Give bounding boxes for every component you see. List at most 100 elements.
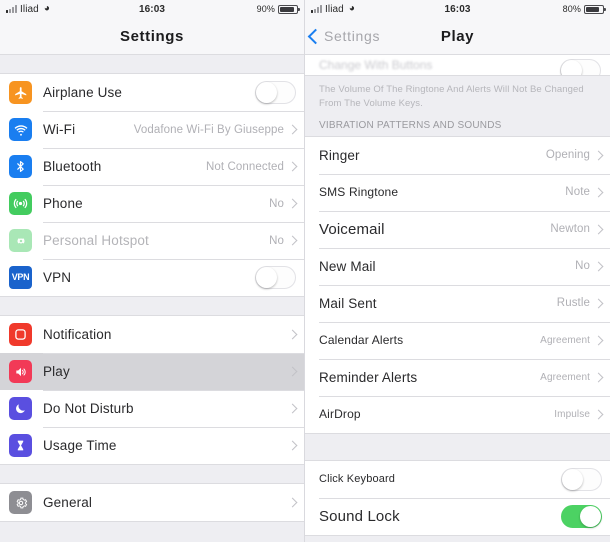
row-do-not-disturb[interactable]: Do Not Disturb (0, 390, 304, 427)
right-status-bar: Iliad ◕ 16:03 80% (305, 0, 610, 18)
hourglass-icon (9, 434, 32, 457)
row-label: Personal Hotspot (43, 233, 149, 248)
sound-toggles-group: Click Keyboard Sound Lock (305, 459, 610, 536)
row-control: Agreement (540, 372, 610, 383)
change-with-buttons-toggle[interactable] (560, 58, 601, 75)
volume-footnote: The Volume Of The Ringtone And Alerts Wi… (319, 84, 584, 109)
back-button-label: Settings (324, 28, 381, 44)
battery-icon (278, 4, 300, 14)
row-personal-hotspot[interactable]: Personal Hotspot No (0, 222, 304, 259)
chevron-right-icon (593, 372, 604, 382)
right-phone-screen: Iliad ◕ 16:03 80% Settings Play Change W… (305, 0, 610, 542)
row-reminder-alerts[interactable]: Reminder Alerts Agreement (305, 358, 610, 396)
chevron-right-icon (593, 261, 604, 271)
row-bluetooth[interactable]: Bluetooth Not Connected (0, 148, 304, 185)
chevron-right-icon (287, 235, 298, 246)
row-click-keyboard[interactable]: Click Keyboard (305, 460, 610, 498)
row-usage-time[interactable]: Usage Time (0, 427, 304, 464)
row-general[interactable]: General (0, 484, 304, 521)
chevron-right-icon (593, 298, 604, 308)
row-value: Note (565, 186, 590, 199)
row-new-mail[interactable]: New Mail No (305, 247, 610, 285)
row-label: SMS Ringtone (319, 185, 399, 200)
row-label: Phone (43, 196, 83, 211)
notification-icon (9, 323, 32, 346)
moon-icon (9, 397, 32, 420)
chevron-right-icon (593, 224, 604, 234)
chevron-right-icon (593, 150, 604, 160)
row-control (255, 266, 304, 289)
click-keyboard-toggle[interactable] (561, 467, 602, 491)
right-settings-list[interactable]: Change With Buttons The Volume Of The Ri… (305, 55, 610, 542)
sound-lock-toggle[interactable] (561, 504, 602, 528)
row-value: No (269, 234, 284, 247)
row-phone[interactable]: Phone No (0, 185, 304, 222)
settings-group-general: General (0, 483, 304, 522)
left-nav-bar: Settings (0, 18, 304, 55)
row-sound-lock[interactable]: Sound Lock (305, 497, 610, 535)
vpn-icon: VPN (9, 266, 32, 289)
row-value: Not Connected (205, 160, 284, 173)
row-value: Opening (545, 149, 590, 162)
row-control (287, 497, 304, 508)
chevron-right-icon (593, 187, 604, 197)
row-vpn[interactable]: VPN VPN (0, 259, 304, 296)
row-notification[interactable]: Notification (0, 316, 304, 353)
row-label: Notification (43, 327, 112, 342)
row-control: No (575, 260, 610, 272)
left-phone-screen: Iliad ◕ 16:03 90% Settings Airplane Use (0, 0, 305, 542)
gear-icon (9, 491, 32, 514)
chevron-right-icon (287, 440, 298, 451)
chevron-right-icon (287, 497, 298, 508)
row-control: Note (565, 186, 610, 198)
row-control (255, 81, 304, 104)
row-wifi[interactable]: Wi-Fi Vodafone Wi-Fi By Giuseppe (0, 111, 304, 148)
row-value: Agreement (540, 334, 590, 346)
airplane-toggle[interactable] (255, 81, 296, 104)
row-play-sounds[interactable]: Play (0, 353, 304, 390)
row-control: No (269, 235, 304, 247)
left-status-bar: Iliad ◕ 16:03 90% (0, 0, 304, 18)
row-mail-sent[interactable]: Mail Sent Rustle (305, 284, 610, 322)
chevron-right-icon (287, 198, 298, 209)
row-airdrop[interactable]: AirDrop Impulse (305, 395, 610, 433)
row-value: Rustle (556, 297, 590, 310)
row-change-with-buttons-partial[interactable]: Change With Buttons (305, 55, 610, 76)
row-control (287, 440, 304, 451)
row-label: VPN (43, 270, 72, 285)
page-title: Settings (120, 27, 184, 45)
hotspot-icon (9, 229, 32, 252)
row-label: Usage Time (43, 438, 117, 453)
row-label: Wi-Fi (43, 122, 76, 137)
row-sms-ringtone[interactable]: SMS Ringtone Note (305, 173, 610, 211)
left-settings-list[interactable]: Airplane Use Wi-Fi Vodafone Wi-Fi By Giu… (0, 55, 304, 542)
status-time: 16:03 (138, 3, 166, 15)
row-value: No (575, 260, 590, 273)
row-label: General (43, 495, 93, 510)
vpn-toggle[interactable] (255, 266, 296, 289)
row-ringer[interactable]: Ringer Opening (305, 136, 610, 174)
row-airplane-use[interactable]: Airplane Use (0, 74, 304, 111)
row-control: Vodafone Wi-Fi By Giuseppe (134, 124, 304, 136)
cellular-icon (9, 192, 32, 215)
section-header-vibration: VIBRATION PATTERNS AND SOUNDS (319, 119, 502, 131)
row-label: AirDrop (319, 407, 361, 422)
row-voicemail[interactable]: Voicemail Newton (305, 210, 610, 248)
airplane-icon (9, 81, 32, 104)
back-button[interactable]: Settings (305, 28, 380, 44)
chevron-right-icon (287, 366, 298, 377)
row-control: Newton (550, 223, 610, 235)
status-time: 16:03 (444, 3, 471, 15)
row-calendar-alerts[interactable]: Calendar Alerts Agreement (305, 321, 610, 359)
list-gap (0, 297, 304, 315)
row-label: Click Keyboard (319, 473, 396, 486)
list-gap (0, 465, 304, 483)
row-value: Vodafone Wi-Fi By Giuseppe (133, 123, 284, 136)
chevron-right-icon (287, 329, 298, 340)
row-value: Newton (550, 223, 590, 236)
row-control: Rustle (557, 297, 610, 309)
chevron-right-icon (287, 124, 298, 135)
list-gap (305, 535, 610, 542)
row-label: Airplane Use (43, 85, 123, 100)
list-gap (305, 433, 610, 460)
